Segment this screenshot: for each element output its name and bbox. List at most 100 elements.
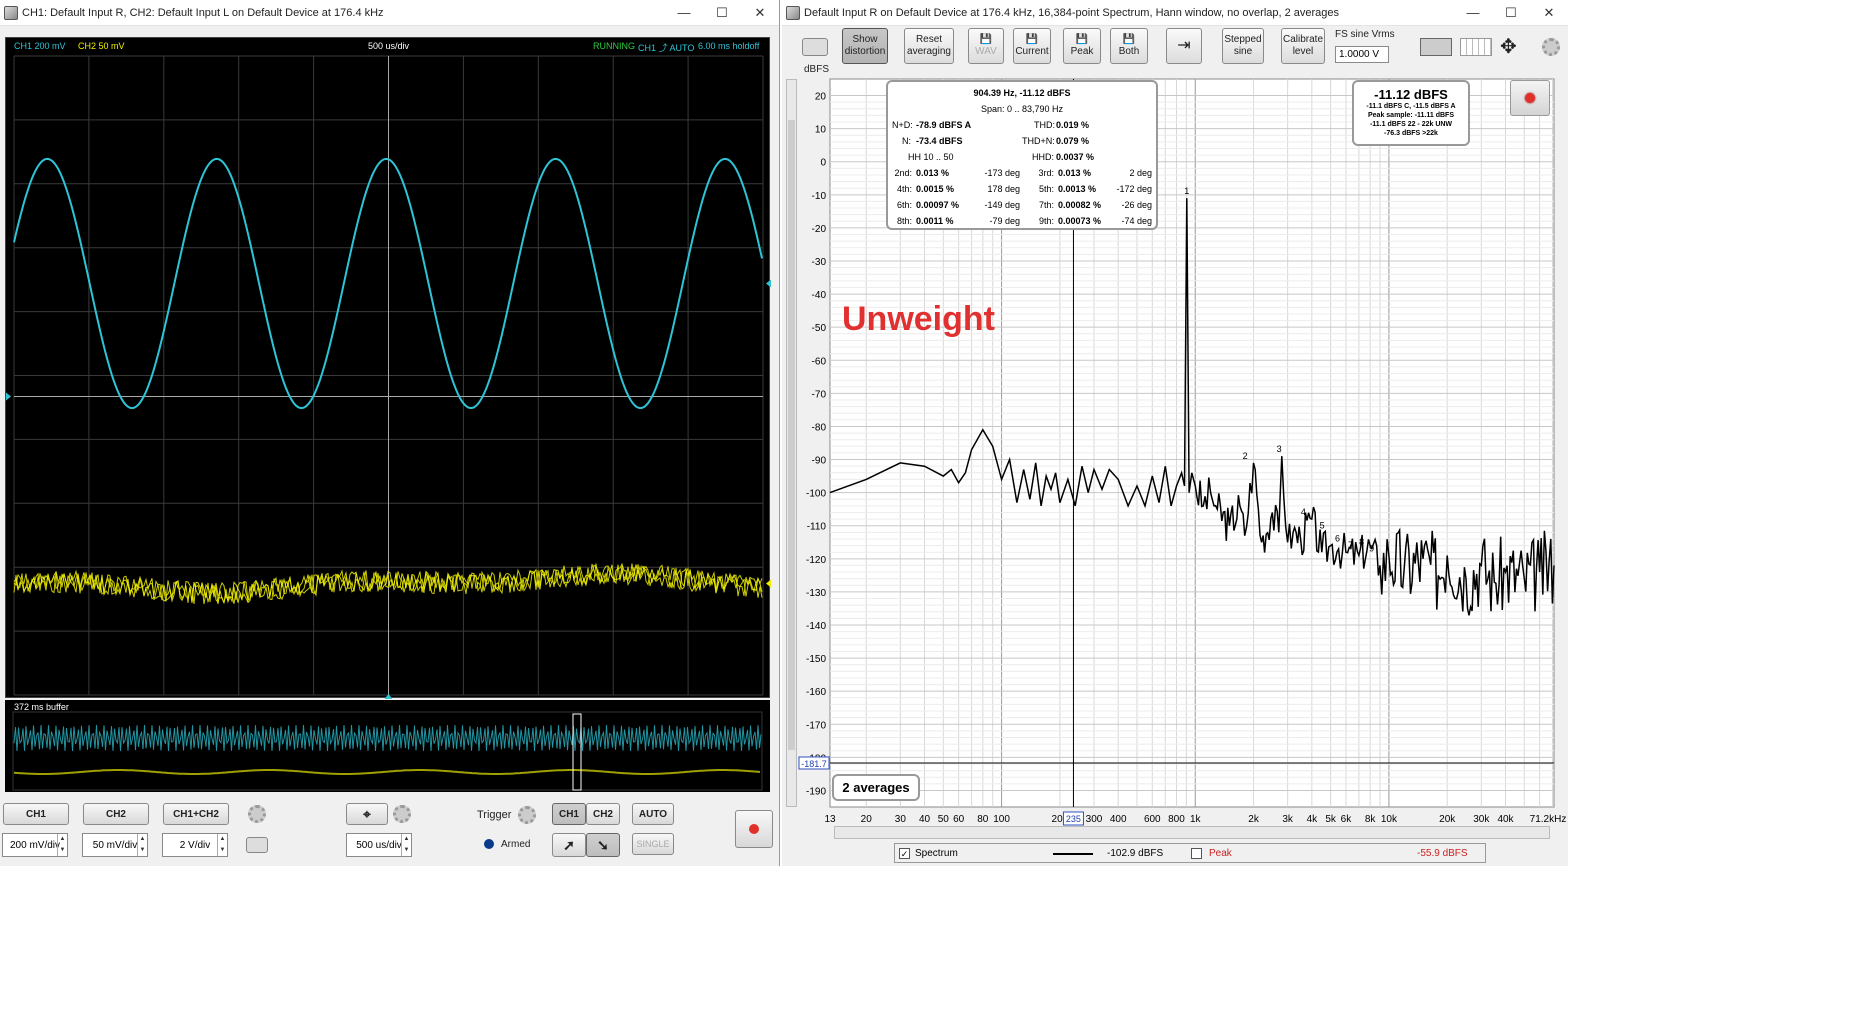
- cursor-level-label: -181.7: [801, 759, 827, 769]
- minimize-button[interactable]: —: [665, 0, 703, 26]
- ch1-vdiv-spinner[interactable]: 200 mV/div ▲ ▼: [2, 833, 68, 857]
- x-tick-label: 2k: [1248, 814, 1260, 825]
- timebase-gear-icon[interactable]: [393, 805, 411, 823]
- rising-edge-icon: ➚: [563, 836, 575, 853]
- buffer-overview[interactable]: 372 ms buffer: [5, 700, 770, 792]
- single-button[interactable]: SINGLE: [632, 833, 674, 855]
- falling-edge-button[interactable]: ➘: [586, 833, 620, 857]
- harmonic-marker: 5: [1320, 520, 1325, 530]
- falling-edge-icon: ➘: [597, 836, 609, 853]
- trigger-gear-icon[interactable]: [518, 806, 536, 824]
- spectrum-record-button[interactable]: [1510, 80, 1550, 116]
- y-tick-label: -130: [806, 588, 826, 599]
- n-value: -73.4 dBFS: [916, 136, 963, 146]
- trigger-ch2-button[interactable]: CH2: [586, 803, 620, 825]
- y-tick-label: -40: [812, 290, 827, 301]
- peak-legend-label: Peak: [1209, 848, 1232, 859]
- buffer-frame: [12, 711, 763, 791]
- timebase-spinner[interactable]: 500 us/div ▲ ▼: [346, 833, 412, 857]
- x-tick-label: 1k: [1190, 814, 1202, 825]
- harmonic-row: 4th: 0.0015 % 178 deg 5th: 0.0013 % -172 deg: [888, 184, 1156, 200]
- x-tick-label: 40: [919, 814, 931, 825]
- buffer-ch2: [13, 769, 761, 775]
- harmonic-p2: -74 deg: [1121, 216, 1152, 226]
- horizontal-scrollbar[interactable]: [834, 826, 1550, 839]
- sum-vdiv-spinner[interactable]: 2 V/div ▲ ▼: [162, 833, 228, 857]
- y-tick-label: -160: [806, 687, 826, 698]
- harmonic-p1: -79 deg: [989, 216, 1020, 226]
- harmonic-marker: 3: [1277, 444, 1282, 454]
- y-tick-label: -70: [812, 389, 827, 400]
- camera-icon[interactable]: [246, 837, 268, 853]
- distortion-stats-panel: 904.39 Hz, -11.12 dBFS Span: 0 .. 83,790…: [886, 80, 1158, 230]
- x-tick-label: 3k: [1282, 814, 1294, 825]
- x-tick-label: 10k: [1381, 814, 1398, 825]
- peak-legend-value: -55.9 dBFS: [1417, 848, 1468, 859]
- harmonic-l1: 8th:: [896, 216, 912, 226]
- peak-checkbox[interactable]: [1191, 848, 1202, 859]
- ch1-marker: [6, 392, 11, 401]
- y-tick-label: -60: [812, 356, 827, 367]
- x-tick-label: 60: [953, 814, 965, 825]
- app-icon: [4, 5, 18, 20]
- x-tick-label: 30: [895, 814, 907, 825]
- auto-button[interactable]: AUTO: [632, 803, 674, 825]
- ch1ch2-button[interactable]: CH1+CH2: [163, 803, 229, 825]
- x-tick-label: 4k: [1307, 814, 1319, 825]
- level-main: -11.12 dBFS: [1374, 87, 1448, 102]
- armed-label: Armed: [501, 839, 531, 850]
- grid-toggle-button[interactable]: ⌖: [346, 803, 388, 825]
- armed-led-icon: [484, 839, 494, 849]
- x-tick-label: 71.2kHz: [1530, 814, 1567, 825]
- y-tick-label: -120: [806, 555, 826, 566]
- y-tick-label: -150: [806, 654, 826, 665]
- harmonic-p1: 178 deg: [987, 184, 1020, 194]
- thdn-value: 0.079 %: [1056, 136, 1090, 146]
- level-panel: -11.12 dBFS -11.1 dBFS C, -11.5 dBFS A P…: [1352, 80, 1470, 146]
- thd-label: THD:: [1034, 120, 1055, 130]
- ch2-button[interactable]: CH2: [83, 803, 149, 825]
- maximize-button[interactable]: ☐: [703, 0, 741, 26]
- crosshair-icon: ⌖: [363, 805, 371, 822]
- buffer-view-window: [572, 713, 582, 791]
- ch2-marker: [766, 579, 771, 588]
- x-tick-label: 20: [861, 814, 873, 825]
- harmonic-v1: 0.0015 %: [916, 184, 955, 194]
- record-icon: [749, 824, 759, 834]
- x-tick-label: 50: [938, 814, 950, 825]
- scope-window: CH1: Default Input R, CH2: Default Input…: [0, 0, 780, 866]
- scope-record-button[interactable]: [735, 810, 773, 848]
- thd-value: 0.019 %: [1056, 120, 1090, 130]
- spectrum-checkbox[interactable]: ✓: [899, 848, 910, 859]
- harmonic-v1: 0.0011 %: [916, 216, 954, 226]
- y-tick-label: -30: [812, 257, 827, 268]
- spectrum-legend-line: [1053, 853, 1093, 855]
- harmonic-v2: 0.0013 %: [1058, 184, 1097, 194]
- x-tick-label: 600: [1144, 814, 1161, 825]
- hh-label: HH 10 .. 50: [908, 152, 954, 162]
- harmonic-l2: 3rd:: [1038, 168, 1054, 178]
- harmonic-l2: 9th:: [1038, 216, 1054, 226]
- gear-icon[interactable]: [248, 805, 266, 823]
- spectrum-legend-value: -102.9 dBFS: [1107, 848, 1164, 859]
- close-button[interactable]: ✕: [741, 0, 779, 26]
- harmonic-p1: -149 deg: [984, 200, 1020, 210]
- x-tick-label: 800: [1168, 814, 1185, 825]
- scope-display[interactable]: CH1 200 mV CH2 50 mV 500 us/div RUNNING …: [5, 37, 771, 699]
- y-tick-label: 0: [820, 158, 826, 169]
- harmonic-l2: 7th:: [1038, 200, 1054, 210]
- harmonic-marker: 2: [1243, 451, 1248, 461]
- ch2-vdiv-spinner[interactable]: 50 mV/div ▲ ▼: [82, 833, 148, 857]
- legend-bar: ✓ Spectrum -102.9 dBFS Peak -55.9 dBFS: [894, 843, 1486, 863]
- hhd-value: 0.0037 %: [1056, 152, 1095, 162]
- harmonic-l1: 4th:: [896, 184, 912, 194]
- harmonic-row: 8th: 0.0011 % -79 deg 9th: 0.00073 % -74 deg: [888, 216, 1156, 232]
- harmonic-marker: 7: [1348, 540, 1353, 550]
- harmonic-row: 2nd: 0.013 % -173 deg 3rd: 0.013 % 2 deg: [888, 168, 1156, 184]
- trigger-ch1-button[interactable]: CH1: [552, 803, 586, 825]
- rising-edge-button[interactable]: ➚: [552, 833, 586, 857]
- harmonic-v2: 0.013 %: [1058, 168, 1092, 178]
- stats-header: 904.39 Hz, -11.12 dBFS: [973, 88, 1071, 98]
- ch1-button[interactable]: CH1: [3, 803, 69, 825]
- harmonic-v2: 0.00073 %: [1058, 216, 1102, 226]
